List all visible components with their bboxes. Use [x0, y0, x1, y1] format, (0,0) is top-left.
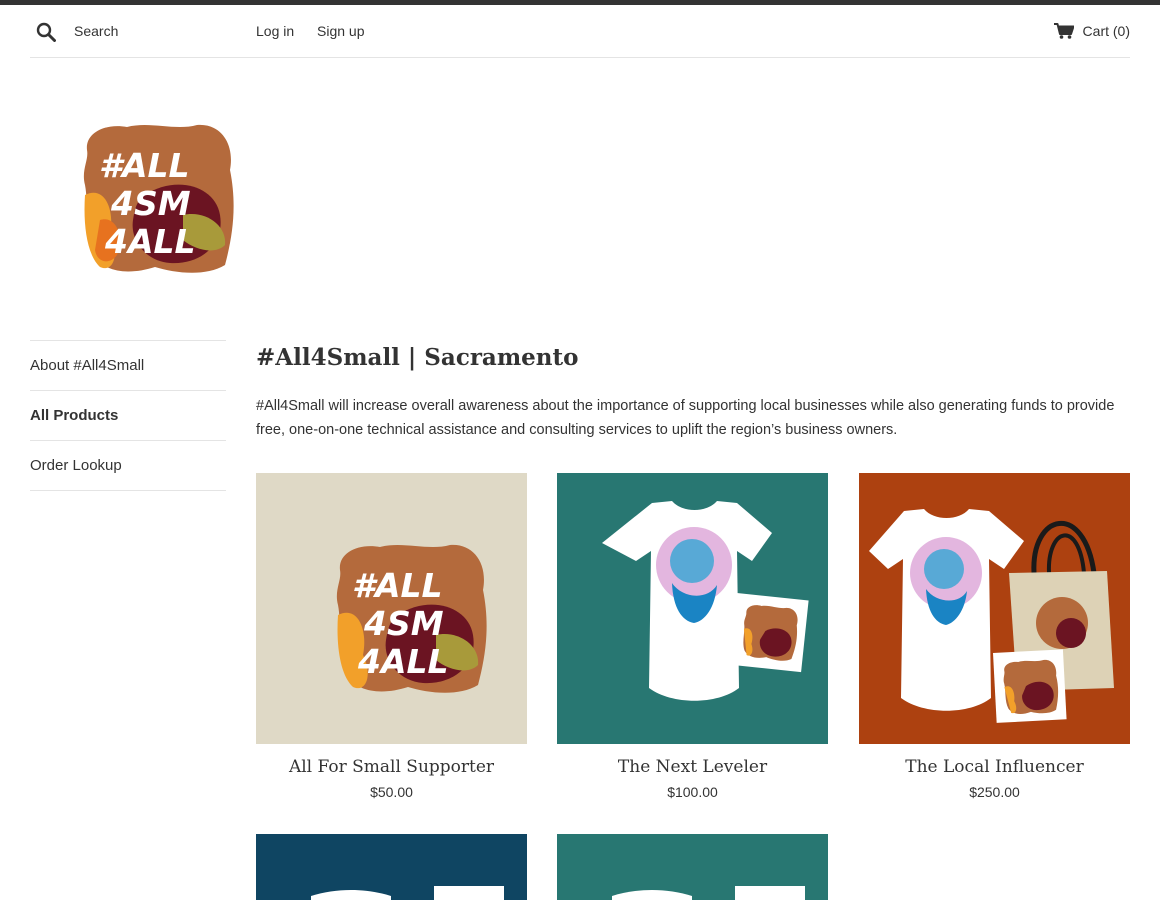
product-image[interactable] [256, 834, 527, 900]
sidebar-item-all-products[interactable]: All Products [30, 391, 226, 441]
image-text: #ALL [352, 566, 443, 605]
site-logo[interactable]: #ALL 4SM 4ALL [75, 115, 240, 280]
product-card-supporter[interactable]: #ALL 4SM 4ALL All For Small Supporter $5… [256, 473, 527, 800]
product-price: $100.00 [667, 784, 718, 800]
product-image[interactable]: #ALL 4SM 4ALL [256, 473, 527, 744]
site-header: Log in Sign up Cart (0) [30, 5, 1130, 58]
logo-text-line-1: #ALL [99, 146, 190, 185]
product-image[interactable] [859, 473, 1130, 744]
logo-text-line-2: 4SM [110, 184, 191, 223]
logo-text-line-3: 4ALL [104, 222, 196, 261]
cart-link[interactable]: Cart (0) [1053, 21, 1130, 41]
product-image[interactable] [557, 473, 828, 744]
product-card-4[interactable] [256, 834, 527, 900]
product-card-local-influencer[interactable]: The Local Influencer $250.00 [859, 473, 1130, 800]
sidebar-item-about[interactable]: About #All4Small [30, 341, 226, 391]
product-name[interactable]: All For Small Supporter [256, 757, 527, 777]
product-card-5[interactable] [557, 834, 828, 900]
cart-label: Cart (0) [1082, 23, 1130, 39]
sidebar-item-order-lookup[interactable]: Order Lookup [30, 441, 226, 491]
login-link[interactable]: Log in [256, 23, 294, 39]
product-image[interactable] [557, 834, 828, 900]
product-price: $250.00 [969, 784, 1020, 800]
product-name[interactable]: The Local Influencer [859, 757, 1130, 777]
signup-link[interactable]: Sign up [317, 23, 364, 39]
image-text: 4SM [363, 604, 444, 643]
search-input[interactable] [74, 21, 244, 41]
page-title: #All4Small | Sacramento [256, 344, 579, 371]
product-name[interactable]: The Next Leveler [557, 757, 828, 777]
cart-icon [1053, 23, 1074, 39]
collection-description: #All4Small will increase overall awarene… [256, 398, 1115, 438]
sidebar-nav: About #All4Small All Products Order Look… [30, 340, 226, 491]
product-price: $50.00 [370, 784, 413, 800]
image-text: 4ALL [357, 642, 449, 681]
search-icon[interactable] [36, 22, 56, 42]
product-card-next-leveler[interactable]: The Next Leveler $100.00 [557, 473, 828, 800]
